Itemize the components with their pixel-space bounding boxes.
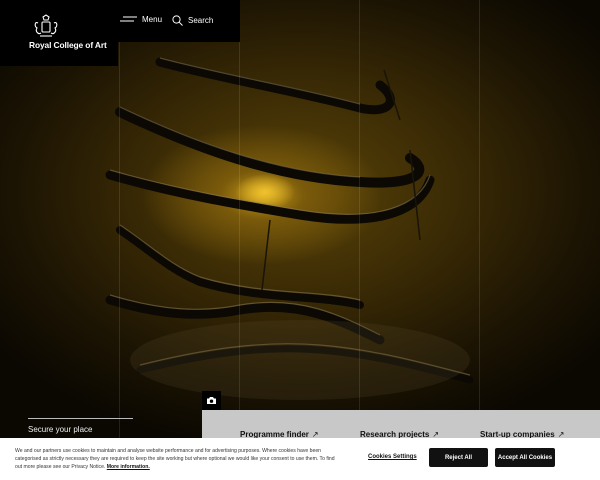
secure-label: Secure your place — [28, 425, 93, 434]
crest-icon — [34, 14, 58, 37]
search-label: Search — [188, 16, 214, 25]
cookie-banner: We and our partners use cookies to maint… — [0, 438, 600, 480]
camera-icon — [207, 397, 216, 404]
main-nav: Menu Search — [118, 0, 240, 42]
search-button[interactable]: Search — [172, 15, 213, 26]
brand-logo[interactable]: Royal College of Art — [0, 0, 118, 66]
site-header: Royal College of Art Menu Search — [0, 0, 600, 66]
cookie-message: We and our partners use cookies to maint… — [15, 448, 335, 470]
grid-line — [479, 0, 480, 480]
menu-label: Menu — [142, 15, 163, 24]
reject-all-button[interactable]: Reject All — [429, 448, 488, 467]
menu-button[interactable]: Menu — [120, 15, 162, 24]
grid-line — [119, 0, 120, 480]
lace-sculpture-illustration — [105, 57, 474, 400]
accept-all-cookies-button[interactable]: Accept All Cookies — [495, 448, 555, 467]
search-icon — [172, 15, 183, 26]
hero-image — [0, 0, 600, 480]
grid-line — [239, 0, 240, 480]
cookie-text: We and our partners use cookies to maint… — [15, 447, 340, 471]
hamburger-icon — [120, 16, 137, 21]
brand-name: Royal College of Art — [29, 40, 107, 50]
grid-line — [359, 0, 360, 480]
secure-your-place[interactable]: Secure your place — [28, 418, 133, 434]
image-caption-button[interactable] — [202, 391, 221, 410]
cookies-settings-button[interactable]: Cookies Settings — [368, 454, 417, 460]
more-information-link[interactable]: More information. — [107, 464, 150, 470]
